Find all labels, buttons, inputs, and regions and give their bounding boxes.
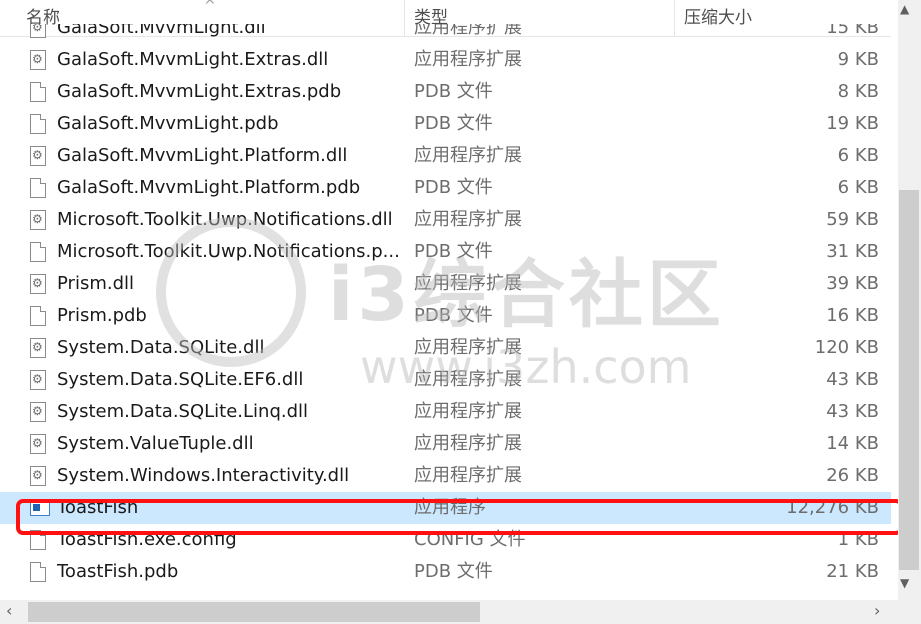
dll-icon: [30, 43, 46, 75]
dll-icon: [30, 459, 46, 491]
file-row[interactable]: GalaSoft.MvvmLight.Extras.pdb PDB 文件 8 KB: [0, 76, 891, 108]
file-icon: [30, 114, 46, 134]
file-type: PDB 文件: [414, 241, 493, 262]
dll-icon: [30, 139, 46, 171]
dll-icon: [30, 331, 46, 363]
file-size: 43 KB: [826, 401, 879, 422]
file-type: 应用程序扩展: [414, 49, 522, 70]
file-name: System.Data.SQLite.Linq.dll: [57, 401, 309, 422]
scrollbar-corner: [898, 600, 921, 624]
horizontal-scrollbar-thumb[interactable]: [28, 602, 480, 622]
dll-icon: [30, 267, 46, 299]
file-size: 6 KB: [837, 145, 879, 166]
file-icon: [30, 242, 46, 262]
file-type: 应用程序扩展: [414, 369, 522, 390]
file-row[interactable]: System.ValueTuple.dll 应用程序扩展 14 KB: [0, 427, 891, 460]
file-row[interactable]: GalaSoft.MvvmLight.pdb PDB 文件 19 KB: [0, 108, 891, 140]
sort-ascending-icon: ^: [204, 0, 216, 14]
dll-icon: [30, 363, 46, 395]
file-row[interactable]: System.Data.SQLite.dll 应用程序扩展 120 KB: [0, 331, 891, 364]
file-type: PDB 文件: [414, 561, 493, 582]
dll-icon: [30, 395, 46, 427]
file-icon: [30, 562, 46, 582]
file-size: 21 KB: [826, 561, 879, 582]
file-type: 应用程序扩展: [414, 337, 522, 358]
file-size: 31 KB: [826, 241, 879, 262]
file-name: System.Data.SQLite.EF6.dll: [57, 369, 304, 390]
file-size: 26 KB: [826, 465, 879, 486]
file-row[interactable]: Prism.dll 应用程序扩展 39 KB: [0, 267, 891, 300]
file-name: Prism.dll: [57, 273, 135, 294]
file-type: 应用程序扩展: [414, 145, 522, 166]
file-size: 6 KB: [837, 177, 879, 198]
file-size: 59 KB: [826, 209, 879, 230]
file-name: GalaSoft.MvvmLight.Extras.dll: [57, 49, 329, 70]
file-name: System.Data.SQLite.dll: [57, 337, 265, 358]
file-row[interactable]: GalaSoft.MvvmLight.Platform.dll 应用程序扩展 6 K…: [0, 139, 891, 172]
dll-icon: [30, 24, 46, 43]
file-type: PDB 文件: [414, 81, 493, 102]
file-name: GalaSoft.MvvmLight.Platform.dll: [57, 145, 348, 166]
scroll-down-arrow-icon[interactable]: ▼: [900, 576, 909, 590]
file-size: 19 KB: [826, 113, 879, 134]
file-size: 8 KB: [837, 81, 879, 102]
file-row[interactable]: GalaSoft.MvvmLight.dll 应用程序扩展 15 KB: [0, 24, 891, 44]
file-type: 应用程序扩展: [414, 273, 522, 294]
file-name: System.Windows.Interactivity.dll: [57, 465, 350, 486]
file-size: 16 KB: [826, 305, 879, 326]
file-row[interactable]: ToastFish.pdb PDB 文件 21 KB: [0, 556, 891, 588]
file-size: 15 KB: [826, 24, 879, 38]
file-type: PDB 文件: [414, 113, 493, 134]
dll-icon: [30, 427, 46, 459]
file-icon: [30, 82, 46, 102]
file-type: 应用程序扩展: [414, 401, 522, 422]
file-name: Microsoft.Toolkit.Uwp.Notifications.dll: [57, 209, 393, 230]
file-name: ToastFish.pdb: [57, 561, 179, 582]
file-type: 应用程序扩展: [414, 209, 522, 230]
file-type: 应用程序扩展: [414, 433, 522, 454]
file-name: GalaSoft.MvvmLight.dll: [57, 24, 266, 38]
file-name: GalaSoft.MvvmLight.Extras.pdb: [57, 81, 342, 102]
file-name: Microsoft.Toolkit.Uwp.Notifications.p...: [57, 241, 400, 262]
file-icon: [30, 306, 46, 326]
file-type: PDB 文件: [414, 305, 493, 326]
file-size: 14 KB: [826, 433, 879, 454]
file-type: 应用程序扩展: [414, 465, 522, 486]
file-name: System.ValueTuple.dll: [57, 433, 254, 454]
file-size: 9 KB: [837, 49, 879, 70]
dll-icon: [30, 203, 46, 235]
file-row[interactable]: System.Data.SQLite.Linq.dll 应用程序扩展 43 KB: [0, 395, 891, 428]
vertical-scrollbar-thumb[interactable]: [899, 190, 919, 570]
file-row[interactable]: GalaSoft.MvvmLight.Extras.dll 应用程序扩展 9 KB: [0, 43, 891, 76]
file-type: PDB 文件: [414, 177, 493, 198]
scroll-left-arrow-icon[interactable]: ‹: [6, 601, 12, 620]
file-row[interactable]: System.Windows.Interactivity.dll 应用程序扩展 26…: [0, 459, 891, 492]
file-size: 39 KB: [826, 273, 879, 294]
file-row[interactable]: GalaSoft.MvvmLight.Platform.pdb PDB 文件 6 K…: [0, 172, 891, 204]
scroll-up-arrow-icon[interactable]: ▲: [900, 2, 909, 16]
highlight-box: [16, 499, 903, 535]
file-icon: [30, 178, 46, 198]
file-row[interactable]: System.Data.SQLite.EF6.dll 应用程序扩展 43 KB: [0, 363, 891, 396]
scroll-right-arrow-icon[interactable]: ›: [874, 601, 880, 620]
file-type: 应用程序扩展: [414, 24, 522, 38]
file-size: 43 KB: [826, 369, 879, 390]
file-name: GalaSoft.MvvmLight.pdb: [57, 113, 279, 134]
file-row[interactable]: Microsoft.Toolkit.Uwp.Notifications.dll 应…: [0, 203, 891, 236]
file-name: GalaSoft.MvvmLight.Platform.pdb: [57, 177, 361, 198]
file-row[interactable]: Prism.pdb PDB 文件 16 KB: [0, 300, 891, 332]
file-name: Prism.pdb: [57, 305, 147, 326]
file-row[interactable]: Microsoft.Toolkit.Uwp.Notifications.p...…: [0, 236, 891, 268]
file-size: 120 KB: [814, 337, 879, 358]
